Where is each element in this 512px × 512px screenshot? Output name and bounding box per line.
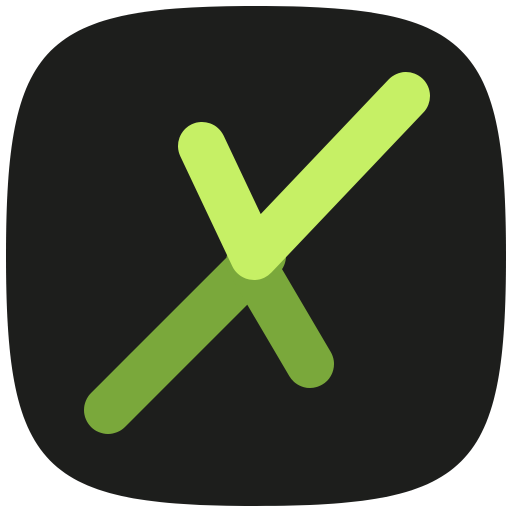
app-icon (6, 6, 506, 506)
